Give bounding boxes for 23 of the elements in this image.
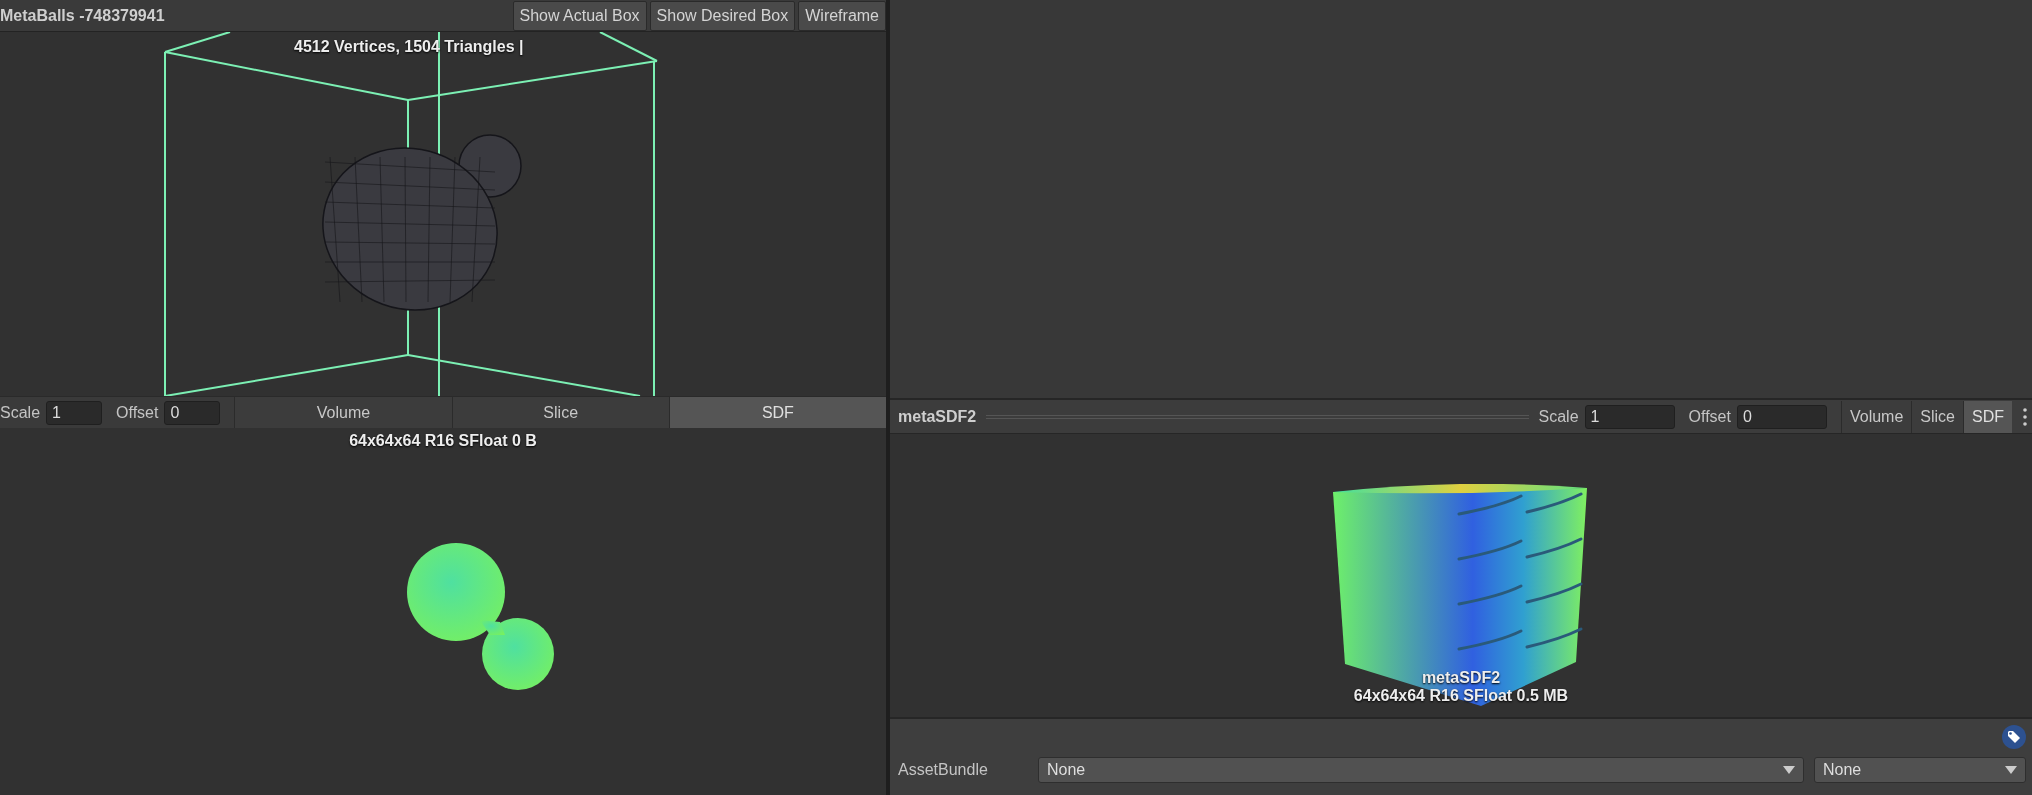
toggle-button[interactable]: Wireframe: [798, 0, 886, 31]
asset-bundle-label: AssetBundle: [898, 761, 989, 779]
bundle-name-dropdown[interactable]: None: [1038, 757, 1804, 783]
offset-label: Offset: [116, 403, 159, 422]
scale-label: Scale: [1538, 407, 1579, 426]
toggle-button[interactable]: Show Actual Box: [512, 0, 647, 31]
view-mode-tab[interactable]: SDF: [668, 396, 886, 429]
view-mode-tab[interactable]: SDF: [1963, 400, 2012, 433]
texture-info-text: 64x64x64 R16 SFloat 0 B: [349, 432, 537, 450]
caret-icon: [2005, 766, 2017, 774]
caret-icon: [1783, 766, 1795, 774]
scale-field[interactable]: 1: [46, 400, 103, 425]
asset-name-text: metaSDF2: [1421, 669, 1501, 687]
offset-field[interactable]: 0: [164, 400, 221, 425]
tag-icon[interactable]: [2002, 725, 2026, 749]
offset-label: Offset: [1688, 407, 1731, 426]
preview-title: MetaBalls -748379941: [0, 6, 166, 25]
toggle-button[interactable]: Show Desired Box: [649, 0, 796, 31]
preview-title: metaSDF2: [898, 407, 977, 426]
scale-field[interactable]: 1: [1584, 404, 1675, 429]
bundle-variant-dropdown[interactable]: None: [1814, 757, 2026, 783]
scale-label: Scale: [0, 403, 41, 422]
offset-field[interactable]: 0: [1736, 404, 1827, 429]
